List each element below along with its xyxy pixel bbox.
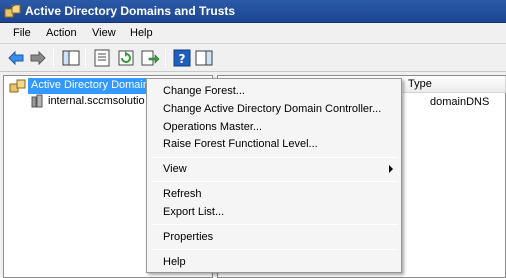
forward-icon[interactable] <box>28 48 48 68</box>
tree-root-item[interactable]: Active Directory Domain <box>28 78 152 94</box>
domain-icon <box>31 94 43 108</box>
menu-item-raise-forest-level[interactable]: Raise Forest Functional Level... <box>149 135 399 153</box>
window-title: Active Directory Domains and Trusts <box>25 4 236 18</box>
back-icon[interactable] <box>6 48 26 68</box>
svg-text:?: ? <box>179 52 186 66</box>
menu-item-change-domain-controller[interactable]: Change Active Directory Domain Controlle… <box>149 100 399 118</box>
domains-trusts-icon <box>9 79 26 93</box>
show-hide-tree-icon[interactable] <box>61 48 81 68</box>
submenu-arrow-icon <box>389 165 393 173</box>
menu-item-label: View <box>163 163 187 175</box>
menu-item-label: Change Forest... <box>163 85 245 97</box>
refresh-icon[interactable] <box>116 48 136 68</box>
menu-item-help[interactable]: Help <box>149 253 399 271</box>
menu-help[interactable]: Help <box>130 27 153 39</box>
menu-item-label: Help <box>163 256 186 268</box>
title-bar: Active Directory Domains and Trusts <box>0 0 506 23</box>
menu-item-label: Properties <box>163 231 214 243</box>
menu-item-label: Change Active Directory Domain Controlle… <box>163 103 382 115</box>
menu-bar: File Action View Help <box>0 23 506 44</box>
help-icon[interactable]: ? <box>172 48 192 68</box>
menu-separator <box>152 181 398 182</box>
menu-item-change-forest[interactable]: Change Forest... <box>149 82 399 100</box>
menu-item-label: Operations Master... <box>163 121 263 133</box>
menu-separator <box>152 249 398 250</box>
menu-item-operations-master[interactable]: Operations Master... <box>149 118 399 136</box>
menu-action[interactable]: Action <box>46 27 77 39</box>
menu-file[interactable]: File <box>13 27 31 39</box>
menu-item-label: Raise Forest Functional Level... <box>163 138 318 150</box>
menu-view[interactable]: View <box>92 27 116 39</box>
menu-item-label: Export List... <box>163 206 225 218</box>
menu-item-label: Refresh <box>163 188 202 200</box>
menu-item-view[interactable]: View <box>149 160 399 178</box>
menu-item-properties[interactable]: Properties <box>149 228 399 246</box>
toolbar-separator <box>85 49 86 67</box>
properties-icon[interactable] <box>92 48 112 68</box>
domains-trusts-app-icon <box>4 4 21 18</box>
column-header-type[interactable]: Type <box>403 76 506 93</box>
toolbar: ? <box>0 44 506 72</box>
menu-separator <box>152 157 398 158</box>
list-cell-type[interactable]: domainDNS <box>430 96 489 108</box>
menu-item-export-list[interactable]: Export List... <box>149 203 399 221</box>
toolbar-separator <box>165 49 166 67</box>
toolbar-separator <box>53 49 54 67</box>
action-pane-icon[interactable] <box>194 48 214 68</box>
menu-item-refresh[interactable]: Refresh <box>149 185 399 203</box>
tree-domain-item[interactable]: internal.sccmsolutio <box>48 94 145 110</box>
menu-separator <box>152 224 398 225</box>
export-list-icon[interactable] <box>140 48 160 68</box>
context-menu: Change Forest... Change Active Directory… <box>146 78 402 273</box>
